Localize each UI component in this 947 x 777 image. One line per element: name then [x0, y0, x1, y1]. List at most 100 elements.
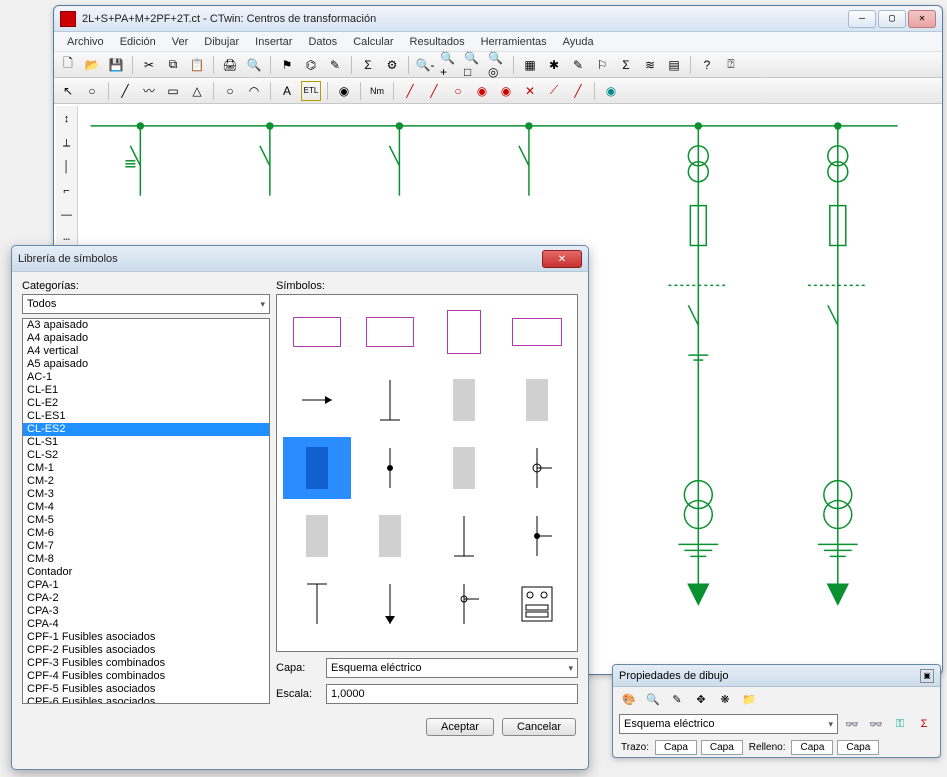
- symbol-cell[interactable]: [430, 369, 498, 431]
- calc-icon[interactable]: ▤: [664, 55, 684, 75]
- list-item[interactable]: CPA-2: [23, 592, 269, 605]
- zigzag-icon[interactable]: 〰: [139, 81, 159, 101]
- symbol-cell[interactable]: [430, 573, 498, 635]
- categories-listbox[interactable]: A3 apaisadoA4 apaisadoA4 verticalA5 apai…: [22, 318, 270, 704]
- list-item[interactable]: CL-S2: [23, 449, 269, 462]
- sigma-icon[interactable]: Σ: [914, 715, 934, 733]
- symbol-cell[interactable]: [504, 301, 572, 363]
- ruler-icon[interactable]: ✎: [568, 55, 588, 75]
- red-circle-icon[interactable]: ○: [448, 81, 468, 101]
- copy-icon[interactable]: ⧉: [163, 55, 183, 75]
- nm-icon[interactable]: Nm: [367, 81, 387, 101]
- whatsthis-icon[interactable]: ⍰: [721, 55, 741, 75]
- symbol-cell[interactable]: [357, 505, 425, 567]
- list-item[interactable]: CPF-6 Fusibles asociados: [23, 696, 269, 704]
- menu-edicion[interactable]: Edición: [113, 34, 163, 50]
- list-item[interactable]: CM-8: [23, 553, 269, 566]
- list-item[interactable]: CPA-1: [23, 579, 269, 592]
- symbol-cell[interactable]: [504, 369, 572, 431]
- list-item[interactable]: CL-S1: [23, 436, 269, 449]
- glasses2-icon[interactable]: 👓: [866, 715, 886, 733]
- relleno-capa-2[interactable]: Capa: [837, 740, 879, 755]
- open-icon[interactable]: 📂: [82, 55, 102, 75]
- symbol-grid[interactable]: [276, 294, 578, 652]
- pal-arrow-icon[interactable]: ↕: [58, 110, 76, 128]
- circle-icon[interactable]: ○: [220, 81, 240, 101]
- list-item[interactable]: CPF-5 Fusibles asociados: [23, 683, 269, 696]
- symbol-cell[interactable]: [283, 573, 351, 635]
- symbol-cell-selected[interactable]: [283, 437, 351, 499]
- preview-icon[interactable]: 🔍: [244, 55, 264, 75]
- list-item[interactable]: CM-5: [23, 514, 269, 527]
- red-dline-icon[interactable]: ╱: [568, 81, 588, 101]
- list-item[interactable]: CM-2: [23, 475, 269, 488]
- list-item[interactable]: Contador: [23, 566, 269, 579]
- print-icon[interactable]: 🖨: [220, 55, 240, 75]
- capa-combo[interactable]: Esquema eléctrico: [326, 658, 578, 678]
- symbol-cell[interactable]: [504, 505, 572, 567]
- text-icon[interactable]: A: [277, 81, 297, 101]
- props-layer-combo[interactable]: Esquema eléctrico: [619, 714, 838, 734]
- grid-icon[interactable]: ▦: [520, 55, 540, 75]
- list-item[interactable]: CPF-2 Fusibles asociados: [23, 644, 269, 657]
- symbol-cell[interactable]: [504, 437, 572, 499]
- symbol-cell[interactable]: [357, 301, 425, 363]
- menu-ver[interactable]: Ver: [165, 34, 196, 50]
- list-item[interactable]: A4 vertical: [23, 345, 269, 358]
- menu-calcular[interactable]: Calcular: [346, 34, 400, 50]
- list-item[interactable]: CL-ES2: [23, 423, 269, 436]
- glasses-icon[interactable]: 👓: [842, 715, 862, 733]
- relleno-capa-1[interactable]: Capa: [791, 740, 833, 755]
- teal-circle-icon[interactable]: ◉: [601, 81, 621, 101]
- edit-icon[interactable]: ✎: [667, 690, 687, 708]
- arc-icon[interactable]: ◠: [244, 81, 264, 101]
- layers-icon[interactable]: ≋: [640, 55, 660, 75]
- list-item[interactable]: CM-3: [23, 488, 269, 501]
- menu-insertar[interactable]: Insertar: [248, 34, 299, 50]
- sigma2-icon[interactable]: Σ: [616, 55, 636, 75]
- pal-step-icon[interactable]: ⌐: [58, 182, 76, 200]
- list-item[interactable]: CM-4: [23, 501, 269, 514]
- snap-icon[interactable]: ✱: [544, 55, 564, 75]
- sigma-icon[interactable]: Σ: [358, 55, 378, 75]
- cancelar-button[interactable]: Cancelar: [502, 718, 576, 736]
- menu-archivo[interactable]: Archivo: [60, 34, 111, 50]
- node-icon[interactable]: ○: [82, 81, 102, 101]
- red-line2-icon[interactable]: ╱: [424, 81, 444, 101]
- list-item[interactable]: A4 apaisado: [23, 332, 269, 345]
- dialog-close-button[interactable]: ✕: [542, 250, 582, 268]
- trazo-capa-2[interactable]: Capa: [701, 740, 743, 755]
- cut-icon[interactable]: ✂: [139, 55, 159, 75]
- menu-herramientas[interactable]: Herramientas: [474, 34, 554, 50]
- symbol-cell[interactable]: [504, 573, 572, 635]
- key-icon[interactable]: ⚿: [890, 715, 910, 733]
- symbol-cell[interactable]: [430, 437, 498, 499]
- symbol-cell[interactable]: [357, 369, 425, 431]
- menu-dibujar[interactable]: Dibujar: [197, 34, 246, 50]
- symbol-cell[interactable]: [283, 301, 351, 363]
- aceptar-button[interactable]: Aceptar: [426, 718, 494, 736]
- symbol-cell[interactable]: [357, 437, 425, 499]
- save-icon[interactable]: 💾: [106, 55, 126, 75]
- list-item[interactable]: A3 apaisado: [23, 319, 269, 332]
- gear-icon[interactable]: ⚙: [382, 55, 402, 75]
- rect-icon[interactable]: ▭: [163, 81, 183, 101]
- trazo-capa-1[interactable]: Capa: [655, 740, 697, 755]
- list-item[interactable]: CPA-4: [23, 618, 269, 631]
- pencil-icon[interactable]: ✎: [325, 55, 345, 75]
- line-icon[interactable]: ╱: [115, 81, 135, 101]
- zoom-out-icon[interactable]: 🔍-: [415, 55, 435, 75]
- close-button[interactable]: ✕: [908, 10, 936, 28]
- move-icon[interactable]: ✥: [691, 690, 711, 708]
- red-slash-icon[interactable]: ⟋: [544, 81, 564, 101]
- list-item[interactable]: CM-7: [23, 540, 269, 553]
- zoom-in-icon[interactable]: 🔍+: [439, 55, 459, 75]
- folder-icon[interactable]: 📁: [739, 690, 759, 708]
- list-item[interactable]: CL-ES1: [23, 410, 269, 423]
- list-item[interactable]: AC-1: [23, 371, 269, 384]
- zoom-fit-icon[interactable]: 🔍□: [463, 55, 483, 75]
- symbol-cell[interactable]: [283, 505, 351, 567]
- list-item[interactable]: CPF-1 Fusibles asociados: [23, 631, 269, 644]
- gear-icon[interactable]: ❋: [715, 690, 735, 708]
- etl-icon[interactable]: ETL: [301, 81, 321, 101]
